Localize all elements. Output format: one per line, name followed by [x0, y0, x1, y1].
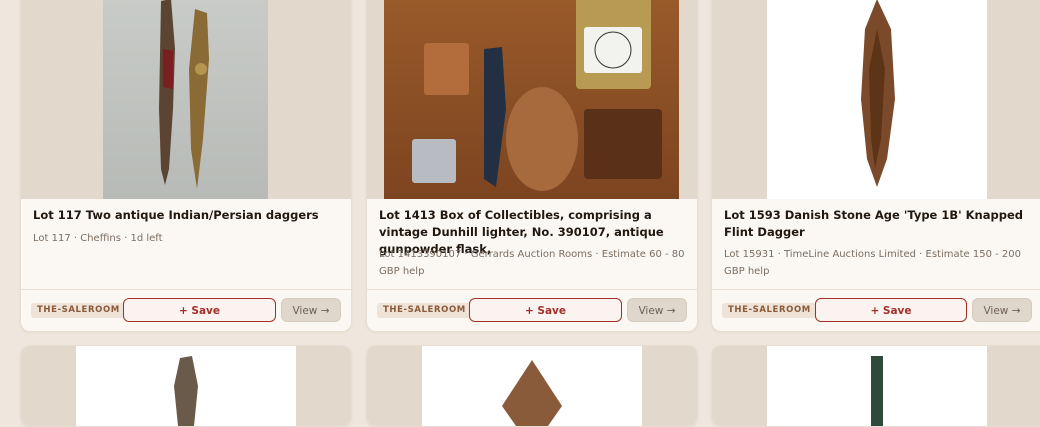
source-badge: THE-SALEROOM	[31, 303, 126, 318]
view-button[interactable]: View →	[281, 298, 341, 322]
lot-image[interactable]	[367, 346, 697, 426]
arrowhead-image	[502, 360, 562, 426]
save-button[interactable]: + Save	[469, 298, 622, 322]
card-divider	[21, 289, 351, 290]
lot-card[interactable]: Lot 1593 Danish Stone Age 'Type 1B' Knap…	[711, 0, 1040, 332]
results-grid: Lot 117 Two antique Indian/Persian dagge…	[0, 0, 1040, 427]
card-divider	[712, 289, 1040, 290]
lot-title[interactable]: Lot 117 Two antique Indian/Persian dagge…	[33, 207, 339, 224]
view-button[interactable]: View →	[627, 298, 687, 322]
save-button[interactable]: + Save	[123, 298, 276, 322]
lot-title[interactable]: Lot 1593 Danish Stone Age 'Type 1B' Knap…	[724, 207, 1040, 241]
lot-image[interactable]	[21, 0, 351, 199]
artifact-image	[174, 356, 198, 426]
flint-dagger-image	[861, 0, 895, 187]
source-badge: THE-SALEROOM	[377, 303, 472, 318]
lot-card[interactable]: Lot 1413 Box of Collectibles, comprising…	[366, 0, 698, 332]
lot-image[interactable]	[21, 346, 351, 426]
lot-meta: Lot 1413390107 · Gerrards Auction Rooms …	[379, 249, 685, 277]
bronze-artifact-image	[871, 356, 883, 426]
lot-card[interactable]: Lot 117 Two antique Indian/Persian dagge…	[20, 0, 352, 332]
source-badge: THE-SALEROOM	[722, 303, 817, 318]
card-divider	[367, 289, 697, 290]
save-button[interactable]: + Save	[815, 298, 967, 322]
lot-image[interactable]	[367, 0, 697, 199]
collectibles-image	[412, 0, 662, 191]
daggers-image	[159, 0, 209, 189]
lot-meta: Lot 15931 · TimeLine Auctions Limited · …	[724, 249, 1021, 277]
lot-meta: Lot 117 · Cheffins · 1d left	[33, 233, 163, 244]
lot-image[interactable]	[712, 346, 1040, 426]
lot-image[interactable]	[712, 0, 1040, 199]
view-button[interactable]: View →	[972, 298, 1032, 322]
